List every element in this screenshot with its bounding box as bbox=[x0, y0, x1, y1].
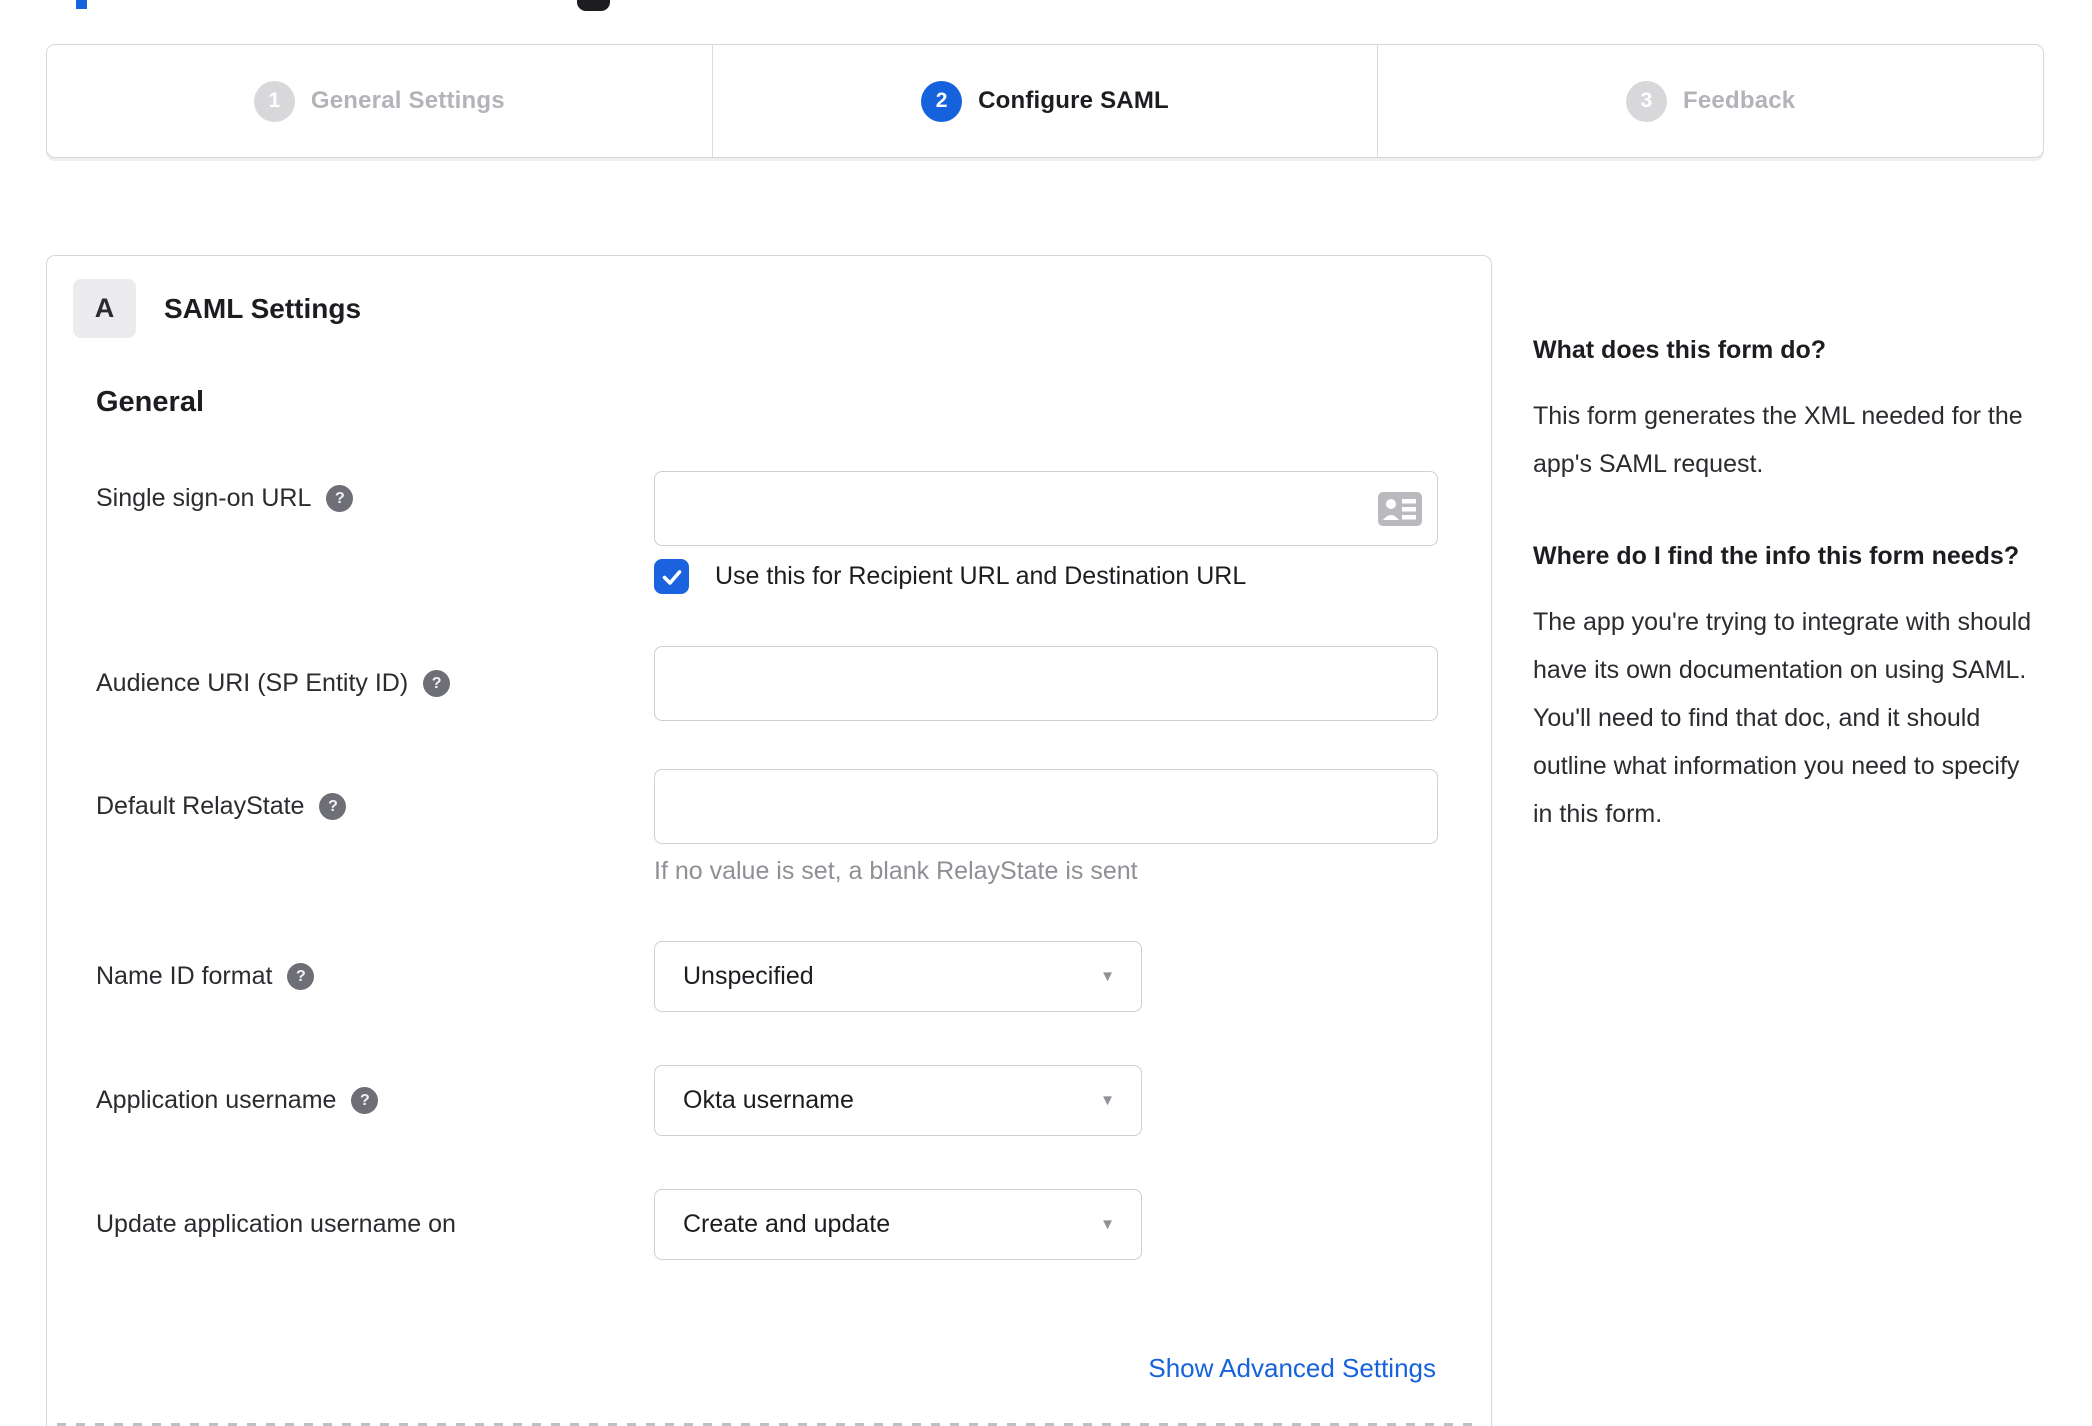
contact-card-icon bbox=[1378, 492, 1422, 526]
step-2-circle: 2 bbox=[921, 80, 963, 122]
checkmark-icon bbox=[662, 569, 681, 585]
relay-state-hint: If no value is set, a blank RelayState i… bbox=[654, 857, 1138, 885]
audience-uri-label-text: Audience URI (SP Entity ID) bbox=[96, 669, 409, 697]
step-feedback[interactable]: 3 Feedback bbox=[1377, 45, 2043, 157]
step-general-settings[interactable]: 1 General Settings bbox=[47, 45, 712, 157]
relay-state-label-text: Default RelayState bbox=[96, 792, 305, 820]
relay-state-help-icon[interactable]: ? bbox=[319, 793, 347, 820]
update-username-select[interactable]: Create and update ▼ bbox=[654, 1189, 1142, 1260]
show-advanced-settings-link[interactable]: Show Advanced Settings bbox=[1148, 1353, 1436, 1384]
help-q1-body: This form generates the XML needed for t… bbox=[1533, 402, 2023, 478]
update-username-label-text: Update application username on bbox=[96, 1210, 456, 1238]
step-2-label: Configure SAML bbox=[978, 87, 1169, 114]
help-q2-body: The app you're trying to integrate with … bbox=[1533, 608, 2032, 828]
audience-uri-help-icon[interactable]: ? bbox=[423, 670, 451, 697]
update-username-value: Create and update bbox=[683, 1210, 891, 1238]
panel-title: SAML Settings bbox=[164, 293, 362, 324]
application-username-label-text: Application username bbox=[96, 1086, 337, 1114]
update-username-label: Update application username on bbox=[96, 1210, 456, 1239]
cropped-title-accent bbox=[76, 0, 87, 9]
application-username-select[interactable]: Okta username ▼ bbox=[654, 1065, 1142, 1136]
sso-url-label: Single sign-on URL ? bbox=[96, 484, 354, 513]
saml-settings-panel: A SAML Settings General Single sign-on U… bbox=[46, 255, 1492, 1426]
step-configure-saml[interactable]: 2 Configure SAML bbox=[711, 45, 1378, 157]
help-sidebar: What does this form do? This form genera… bbox=[1533, 326, 2033, 838]
sso-url-label-text: Single sign-on URL bbox=[96, 484, 312, 512]
name-id-format-value: Unspecified bbox=[683, 962, 814, 990]
recipient-url-checkbox-row: Use this for Recipient URL and Destinati… bbox=[654, 559, 1246, 594]
application-username-help-icon[interactable]: ? bbox=[351, 1087, 379, 1114]
step-1-circle: 1 bbox=[253, 80, 295, 122]
recipient-url-checkbox[interactable] bbox=[654, 559, 689, 594]
wizard-stepper: 1 General Settings 2 Configure SAML 3 Fe… bbox=[46, 44, 2044, 158]
configure-saml-page: 1 General Settings 2 Configure SAML 3 Fe… bbox=[0, 0, 2092, 1426]
step-1-label: General Settings bbox=[310, 87, 505, 114]
cropped-header-icon bbox=[577, 0, 610, 11]
sso-url-input[interactable] bbox=[654, 471, 1438, 546]
name-id-format-label-text: Name ID format bbox=[96, 962, 273, 990]
chevron-down-icon: ▼ bbox=[1100, 1092, 1115, 1109]
help-q2-title: Where do I find the info this form needs… bbox=[1533, 542, 2020, 570]
chevron-down-icon: ▼ bbox=[1100, 1216, 1115, 1233]
relay-state-input[interactable] bbox=[654, 769, 1438, 844]
audience-uri-input[interactable] bbox=[654, 646, 1438, 721]
section-a-badge: A bbox=[73, 279, 136, 338]
recipient-url-checkbox-label: Use this for Recipient URL and Destinati… bbox=[715, 562, 1247, 590]
step-3-label: Feedback bbox=[1683, 87, 1796, 114]
help-q1-title: What does this form do? bbox=[1533, 336, 1827, 364]
sso-url-help-icon[interactable]: ? bbox=[326, 485, 354, 512]
general-section-title: General bbox=[96, 386, 204, 418]
audience-uri-label: Audience URI (SP Entity ID) ? bbox=[96, 669, 451, 698]
application-username-value: Okta username bbox=[683, 1086, 854, 1114]
name-id-format-select[interactable]: Unspecified ▼ bbox=[654, 941, 1142, 1012]
name-id-format-help-icon[interactable]: ? bbox=[287, 963, 315, 990]
application-username-label: Application username ? bbox=[96, 1086, 379, 1115]
chevron-down-icon: ▼ bbox=[1100, 968, 1115, 985]
name-id-format-label: Name ID format ? bbox=[96, 962, 315, 991]
step-3-circle: 3 bbox=[1626, 80, 1668, 122]
relay-state-label: Default RelayState ? bbox=[96, 792, 347, 821]
